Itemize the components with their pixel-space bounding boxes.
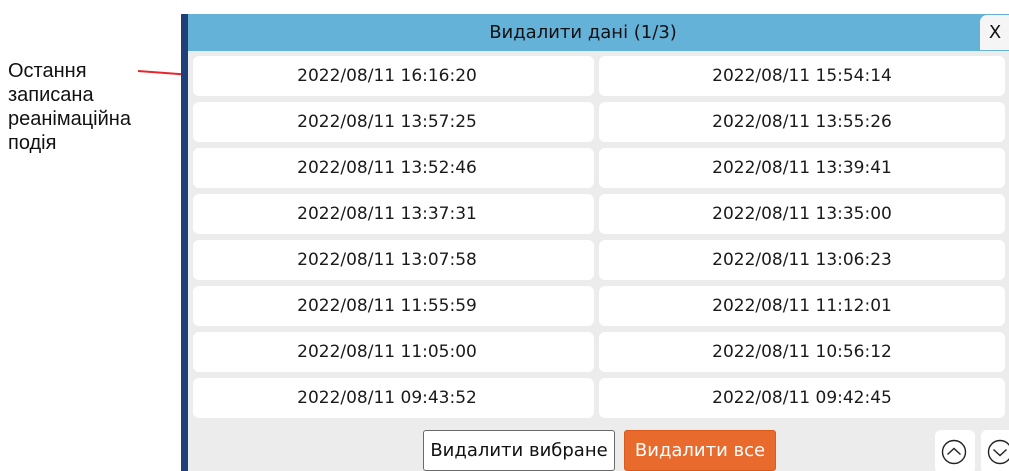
record-item[interactable]: 2022/08/11 11:05:00	[193, 332, 594, 372]
record-item[interactable]: 2022/08/11 16:16:20	[193, 56, 594, 96]
chevron-down-circle-icon	[987, 439, 1009, 465]
record-item[interactable]: 2022/08/11 13:39:41	[599, 148, 1005, 188]
record-item[interactable]: 2022/08/11 13:52:46	[193, 148, 594, 188]
delete-all-button[interactable]: Видалити все	[624, 430, 776, 471]
delete-selected-button[interactable]: Видалити вибране	[423, 430, 615, 471]
records-grid: 2022/08/11 16:16:20 2022/08/11 15:54:14 …	[193, 56, 1005, 418]
record-item[interactable]: 2022/08/11 09:43:52	[193, 378, 594, 418]
record-item[interactable]: 2022/08/11 13:06:23	[599, 240, 1005, 280]
record-item[interactable]: 2022/08/11 13:07:58	[193, 240, 594, 280]
record-item[interactable]: 2022/08/11 13:57:25	[193, 102, 594, 142]
record-item[interactable]: 2022/08/11 13:55:26	[599, 102, 1005, 142]
record-item[interactable]: 2022/08/11 10:56:12	[599, 332, 1005, 372]
scroll-up-button[interactable]	[935, 430, 975, 471]
chevron-up-circle-icon	[941, 439, 967, 465]
record-item[interactable]: 2022/08/11 11:12:01	[599, 286, 1005, 326]
close-button[interactable]: X	[980, 15, 1009, 50]
dialog-title-bar: Видалити дані (1/3)	[188, 14, 1009, 51]
dialog-title: Видалити дані (1/3)	[489, 22, 677, 43]
delete-data-dialog: Видалити дані (1/3) X 2022/08/11 16:16:2…	[181, 14, 1009, 471]
record-item[interactable]: 2022/08/11 13:35:00	[599, 194, 1005, 234]
scroll-down-button[interactable]	[981, 430, 1009, 471]
record-item[interactable]: 2022/08/11 11:55:59	[193, 286, 594, 326]
record-item[interactable]: 2022/08/11 09:42:45	[599, 378, 1005, 418]
annotation-text: Остання записана реанімаційна подія	[8, 60, 131, 154]
record-item[interactable]: 2022/08/11 13:37:31	[193, 194, 594, 234]
record-item[interactable]: 2022/08/11 15:54:14	[599, 56, 1005, 96]
dialog-left-border	[181, 14, 188, 471]
